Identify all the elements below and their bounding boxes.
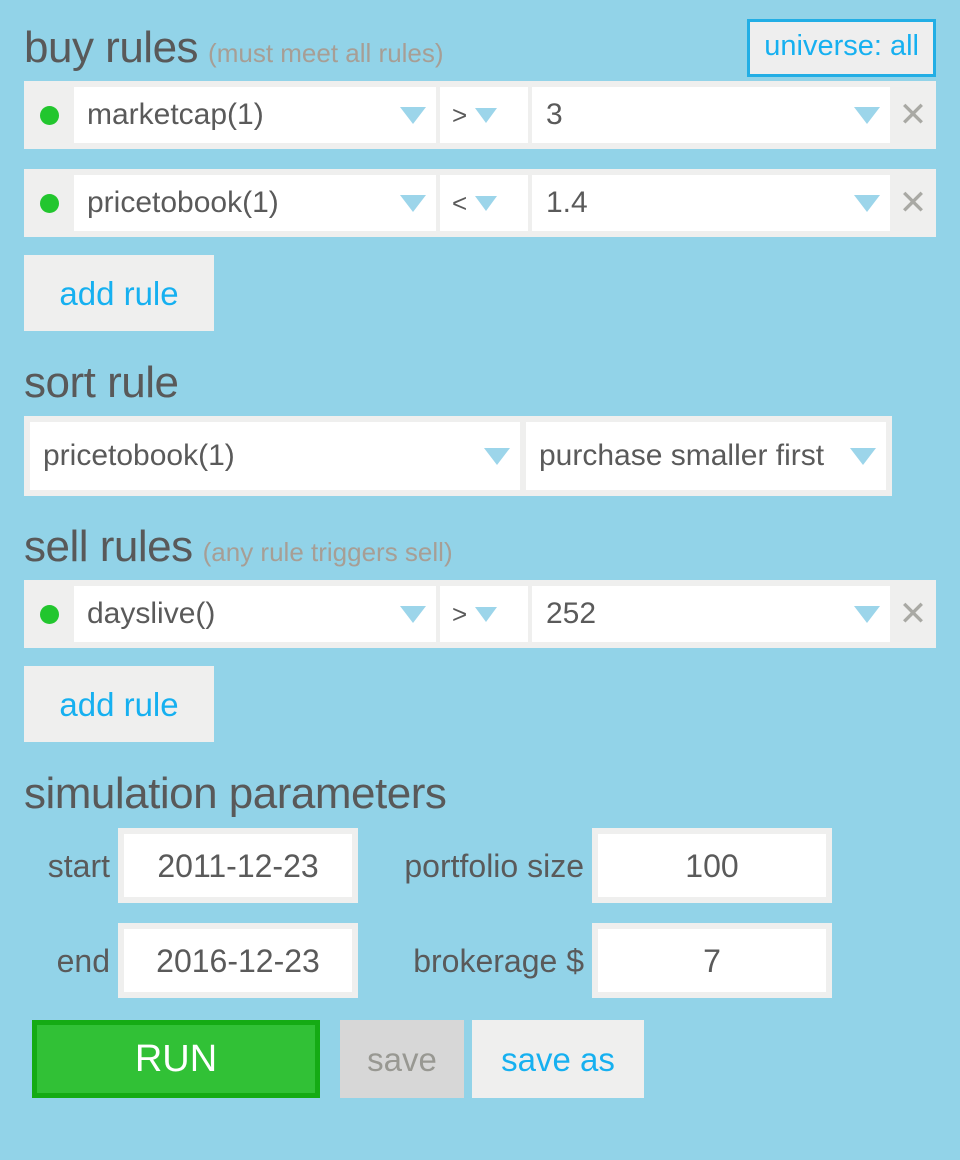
sell-rules-header: sell rules (any rule triggers sell) <box>24 525 936 569</box>
save-as-button-label: save as <box>501 1040 615 1078</box>
brokerage-field[interactable]: 7 <box>592 923 832 998</box>
buy-rule-1-status[interactable] <box>24 81 74 149</box>
parameters-row-1: start 2011-12-23 portfolio size 100 <box>24 828 936 903</box>
chevron-down-icon <box>400 106 426 124</box>
add-rule-label: add rule <box>59 685 179 723</box>
sell-rules-title: sell rules <box>24 522 193 571</box>
end-date-field[interactable]: 2016-12-23 <box>118 923 358 998</box>
chevron-down-icon <box>484 447 510 465</box>
buy-rules-title: buy rules <box>24 23 199 72</box>
sell-rule-1-operator-select[interactable]: > <box>440 586 528 642</box>
close-icon: ✕ <box>898 96 928 134</box>
close-icon: ✕ <box>898 595 928 633</box>
sort-rule-title: sort rule <box>24 358 179 407</box>
table-row: dayslive() > 252 ✕ <box>24 580 936 648</box>
buy-rule-2-remove-button[interactable]: ✕ <box>890 169 936 237</box>
start-date-value: 2011-12-23 <box>124 834 352 897</box>
strategy-builder-page: buy rules (must meet all rules) universe… <box>0 0 960 1160</box>
chevron-down-icon <box>475 606 498 622</box>
buy-rule-1-operator-select[interactable]: > <box>440 87 528 143</box>
sell-rules-note: (any rule triggers sell) <box>202 537 453 567</box>
add-rule-label: add rule <box>59 274 179 312</box>
buy-rule-2-value-select[interactable]: 1.4 <box>532 175 890 231</box>
save-button-label: save <box>367 1040 437 1078</box>
portfolio-size-field[interactable]: 100 <box>592 828 832 903</box>
chevron-down-icon <box>400 605 426 623</box>
table-row: pricetobook(1) < 1.4 ✕ <box>24 169 936 237</box>
buy-rules-note: (must meet all rules) <box>208 38 444 68</box>
sort-rule-metric-select[interactable]: pricetobook(1) <box>30 422 520 490</box>
sort-rule-row: pricetobook(1) purchase smaller first <box>24 416 892 496</box>
save-button[interactable]: save <box>340 1020 464 1098</box>
sell-rule-1-value-select[interactable]: 252 <box>532 586 890 642</box>
brokerage-value: 7 <box>598 929 826 992</box>
run-button[interactable]: RUN <box>32 1020 320 1098</box>
chevron-down-icon <box>854 194 880 212</box>
status-dot-icon <box>39 604 59 624</box>
buy-rule-1-operator-value: > <box>452 100 468 130</box>
table-row: marketcap(1) > 3 ✕ <box>24 81 936 149</box>
row-spacer <box>24 149 936 169</box>
chevron-down-icon <box>854 605 880 623</box>
status-dot-icon <box>39 105 59 125</box>
end-label: end <box>56 942 110 979</box>
action-bar: RUN save save as <box>32 1020 936 1098</box>
status-dot-icon <box>39 193 59 213</box>
brokerage-label: brokerage $ <box>413 942 584 979</box>
buy-rule-2-operator-value: < <box>452 188 468 218</box>
sort-rule-direction-select[interactable]: purchase smaller first <box>526 422 886 490</box>
sell-rule-1-value: 252 <box>546 597 597 630</box>
buy-rule-1-remove-button[interactable]: ✕ <box>890 81 936 149</box>
close-icon: ✕ <box>898 184 928 222</box>
sell-rules-add-rule-button[interactable]: add rule <box>24 666 214 742</box>
save-as-button[interactable]: save as <box>472 1020 644 1098</box>
buy-rule-1-value-select[interactable]: 3 <box>532 87 890 143</box>
portfolio-size-label: portfolio size <box>404 847 584 884</box>
sell-rule-1-metric-value: dayslive() <box>87 597 216 630</box>
portfolio-size-value: 100 <box>598 834 826 897</box>
parameters-row-2: end 2016-12-23 brokerage $ 7 <box>24 923 936 998</box>
end-date-value: 2016-12-23 <box>124 929 352 992</box>
start-label: start <box>47 847 110 884</box>
simulation-parameters-header: simulation parameters <box>24 772 936 816</box>
sell-rule-1-remove-button[interactable]: ✕ <box>890 580 936 648</box>
buy-rule-2-metric-select[interactable]: pricetobook(1) <box>74 175 436 231</box>
chevron-down-icon <box>850 447 876 465</box>
run-button-label: RUN <box>134 1038 218 1080</box>
buy-rule-2-operator-select[interactable]: < <box>440 175 528 231</box>
chevron-down-icon <box>475 107 498 123</box>
chevron-down-icon <box>400 194 426 212</box>
buy-rule-1-metric-select[interactable]: marketcap(1) <box>74 87 436 143</box>
start-date-field[interactable]: 2011-12-23 <box>118 828 358 903</box>
sell-rule-1-status[interactable] <box>24 580 74 648</box>
simulation-parameters-title: simulation parameters <box>24 769 447 818</box>
sort-rule-direction-value: purchase smaller first <box>539 439 825 472</box>
sell-rule-1-operator-value: > <box>452 599 468 629</box>
sell-rule-1-metric-select[interactable]: dayslive() <box>74 586 436 642</box>
buy-rules-list: marketcap(1) > 3 ✕ pricetobook(1) < 1.4 … <box>24 81 936 237</box>
buy-rule-2-value: 1.4 <box>546 186 588 219</box>
buy-rule-2-status[interactable] <box>24 169 74 237</box>
buy-rule-1-metric-value: marketcap(1) <box>87 98 264 131</box>
sell-rules-list: dayslive() > 252 ✕ <box>24 580 936 648</box>
buy-rules-add-rule-button[interactable]: add rule <box>24 255 214 331</box>
sort-rule-metric-value: pricetobook(1) <box>43 439 235 472</box>
sort-rule-header: sort rule <box>24 361 936 405</box>
buy-rule-1-value: 3 <box>546 98 563 131</box>
chevron-down-icon <box>475 195 498 211</box>
buy-rule-2-metric-value: pricetobook(1) <box>87 186 279 219</box>
universe-button[interactable]: universe: all <box>747 19 936 77</box>
chevron-down-icon <box>854 106 880 124</box>
universe-button-label: universe: all <box>764 30 919 62</box>
